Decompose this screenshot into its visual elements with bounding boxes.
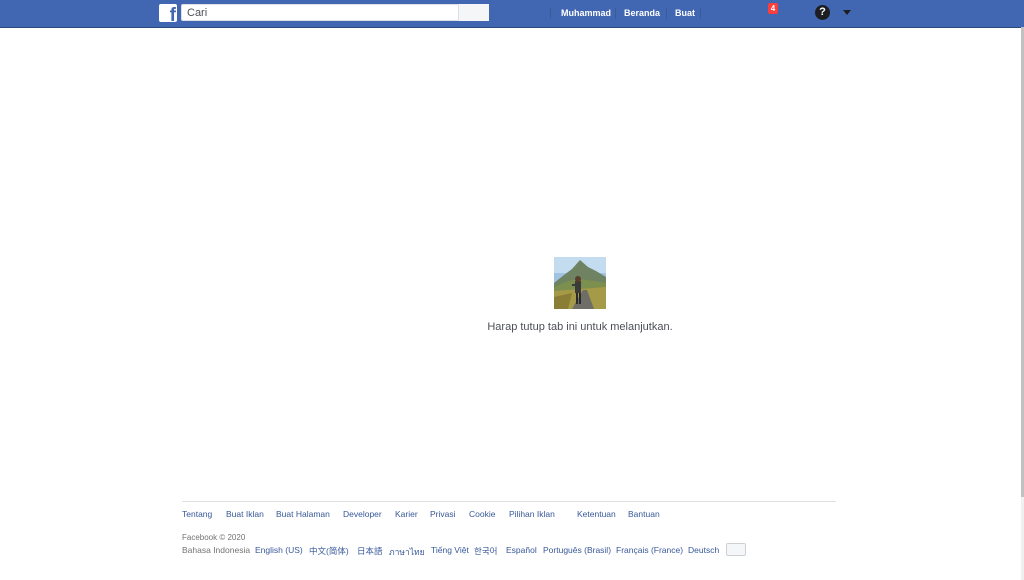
nav-separator bbox=[666, 8, 667, 19]
footer-link-create-page[interactable]: Buat Halaman bbox=[276, 509, 330, 519]
search-box[interactable] bbox=[181, 4, 489, 21]
language-option[interactable]: Português (Brasil) bbox=[543, 545, 611, 555]
language-option[interactable]: Tiếng Việt bbox=[431, 545, 469, 555]
nav-separator bbox=[615, 8, 616, 19]
footer-link-create-ad[interactable]: Buat Iklan bbox=[226, 509, 264, 519]
search-button[interactable] bbox=[458, 4, 489, 21]
copyright-text: Facebook © 2020 bbox=[182, 533, 246, 542]
nav-home-link[interactable]: Beranda bbox=[624, 0, 660, 27]
footer-link-careers[interactable]: Karier bbox=[395, 509, 418, 519]
language-option[interactable]: ภาษาไทย bbox=[389, 545, 425, 559]
nav-separator bbox=[700, 8, 701, 19]
top-navigation-bar: f Muhammad Beranda Buat 4 ? bbox=[0, 0, 1024, 28]
search-input[interactable] bbox=[182, 5, 462, 20]
language-more-button[interactable] bbox=[726, 543, 746, 556]
facebook-logo-icon[interactable]: f bbox=[159, 4, 177, 22]
language-option[interactable]: Français (France) bbox=[616, 545, 683, 555]
footer-link-about[interactable]: Tentang bbox=[182, 509, 212, 519]
footer-divider bbox=[182, 501, 836, 502]
nav-separator bbox=[550, 8, 551, 19]
profile-photo bbox=[554, 257, 606, 309]
close-tab-message: Harap tutup tab ini untuk melanjutkan. bbox=[487, 321, 673, 333]
caret-down-icon[interactable] bbox=[843, 10, 851, 15]
nav-profile-link[interactable]: Muhammad bbox=[561, 0, 611, 27]
footer-link-privacy[interactable]: Privasi bbox=[430, 509, 456, 519]
language-option[interactable]: 日本語 bbox=[357, 545, 383, 557]
footer-link-terms[interactable]: Ketentuan bbox=[577, 509, 616, 519]
footer-link-developers[interactable]: Developer bbox=[343, 509, 382, 519]
language-option[interactable]: English (US) bbox=[255, 545, 303, 555]
footer-link-ad-choices[interactable]: Pilihan Iklan bbox=[509, 509, 555, 519]
language-option[interactable]: 中文(简体) bbox=[309, 545, 349, 557]
footer-link-cookies[interactable]: Cookie bbox=[469, 509, 495, 519]
language-option[interactable]: 한국어 bbox=[474, 545, 497, 557]
help-icon[interactable]: ? bbox=[815, 5, 830, 20]
footer-link-help[interactable]: Bantuan bbox=[628, 509, 660, 519]
language-option[interactable]: Español bbox=[506, 545, 537, 555]
nav-create-link[interactable]: Buat bbox=[675, 0, 695, 27]
language-option[interactable]: Deutsch bbox=[688, 545, 719, 555]
current-language: Bahasa Indonesia bbox=[182, 545, 251, 555]
notification-badge[interactable]: 4 bbox=[768, 3, 778, 14]
